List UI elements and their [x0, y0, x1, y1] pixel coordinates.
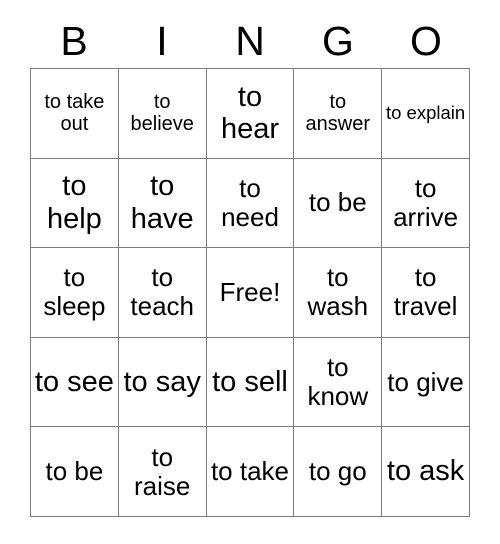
bingo-cell-r5c5[interactable]: to ask	[382, 427, 470, 517]
bingo-cell-r3c2[interactable]: to teach	[118, 248, 207, 338]
bingo-cell-label: to take	[210, 456, 290, 487]
bingo-cell-r3c1[interactable]: to sleep	[31, 248, 119, 338]
bingo-cell-r1c4[interactable]: to answer	[294, 69, 383, 159]
bingo-cell-label: to raise	[134, 441, 191, 501]
bingo-cell-r2c3[interactable]: to need	[206, 158, 295, 249]
bingo-header-letter-n: N	[235, 17, 265, 64]
bingo-cell-label: to answer	[305, 90, 371, 136]
bingo-cell-r5c1[interactable]: to be	[31, 427, 119, 517]
bingo-cell-label: to give	[387, 366, 464, 397]
bingo-header-letter-o: O	[410, 17, 442, 64]
bingo-cell-r5c4[interactable]: to go	[294, 427, 383, 517]
bingo-cell-label: to explain	[385, 101, 466, 123]
bingo-cell-label: to need	[221, 172, 279, 232]
bingo-cell-label: to be	[45, 456, 104, 487]
bingo-cell-label: to go	[308, 456, 367, 487]
bingo-cell-label: to wash	[307, 262, 369, 322]
bingo-cell-free-space[interactable]: Free!	[206, 248, 295, 338]
bingo-header-letter-i: I	[156, 17, 168, 64]
bingo-cell-label: to see	[34, 365, 114, 398]
bingo-cell-r4c4[interactable]: to know	[294, 337, 383, 428]
bingo-cell-r1c2[interactable]: to believe	[118, 69, 207, 159]
bingo-cell-label: to sleep	[43, 262, 106, 322]
bingo-cell-r2c2[interactable]: to have	[118, 158, 207, 249]
bingo-card: B I N G O to take out to believe to hear…	[0, 0, 500, 544]
bingo-cell-r1c3[interactable]: to hear	[206, 69, 295, 159]
bingo-header-letter-g: G	[322, 17, 354, 64]
bingo-header-row: B I N G O	[30, 14, 470, 68]
bingo-cell-label: to ask	[386, 455, 465, 488]
bingo-cell-r2c1[interactable]: to help	[31, 158, 119, 249]
bingo-grid: to take out to believe to hear to answer…	[30, 68, 470, 517]
bingo-cell-r4c2[interactable]: to say	[118, 337, 207, 428]
bingo-cell-r1c1[interactable]: to take out	[31, 69, 119, 159]
bingo-cell-label: to hear	[220, 80, 280, 146]
bingo-cell-r4c1[interactable]: to see	[31, 337, 119, 428]
bingo-cell-r4c3[interactable]: to sell	[206, 337, 295, 428]
bingo-cell-r4c5[interactable]: to give	[382, 337, 470, 428]
bingo-header-letter-b: B	[60, 17, 88, 64]
bingo-cell-label: to take out	[44, 90, 105, 136]
bingo-cell-label: to have	[130, 170, 194, 235]
bingo-cell-label: to know	[307, 351, 369, 412]
bingo-free-space-label: Free!	[219, 276, 281, 307]
bingo-cell-r2c4[interactable]: to be	[294, 158, 383, 249]
bingo-cell-label: to help	[46, 170, 102, 235]
bingo-cell-label: to believe	[130, 90, 194, 136]
bingo-cell-label: to be	[308, 187, 367, 218]
bingo-cell-label: to say	[123, 365, 201, 398]
bingo-cell-label: to sell	[212, 365, 288, 398]
bingo-cell-label: to arrive	[393, 172, 459, 232]
bingo-cell-r3c5[interactable]: to travel	[382, 248, 470, 338]
bingo-cell-r2c5[interactable]: to arrive	[382, 158, 470, 249]
bingo-cell-label: to teach	[130, 262, 194, 322]
bingo-cell-r5c3[interactable]: to take	[206, 427, 295, 517]
bingo-cell-r3c4[interactable]: to wash	[294, 248, 383, 338]
bingo-cell-label: to travel	[393, 262, 458, 322]
bingo-cell-r5c2[interactable]: to raise	[118, 427, 207, 517]
bingo-cell-r1c5[interactable]: to explain	[382, 69, 470, 159]
